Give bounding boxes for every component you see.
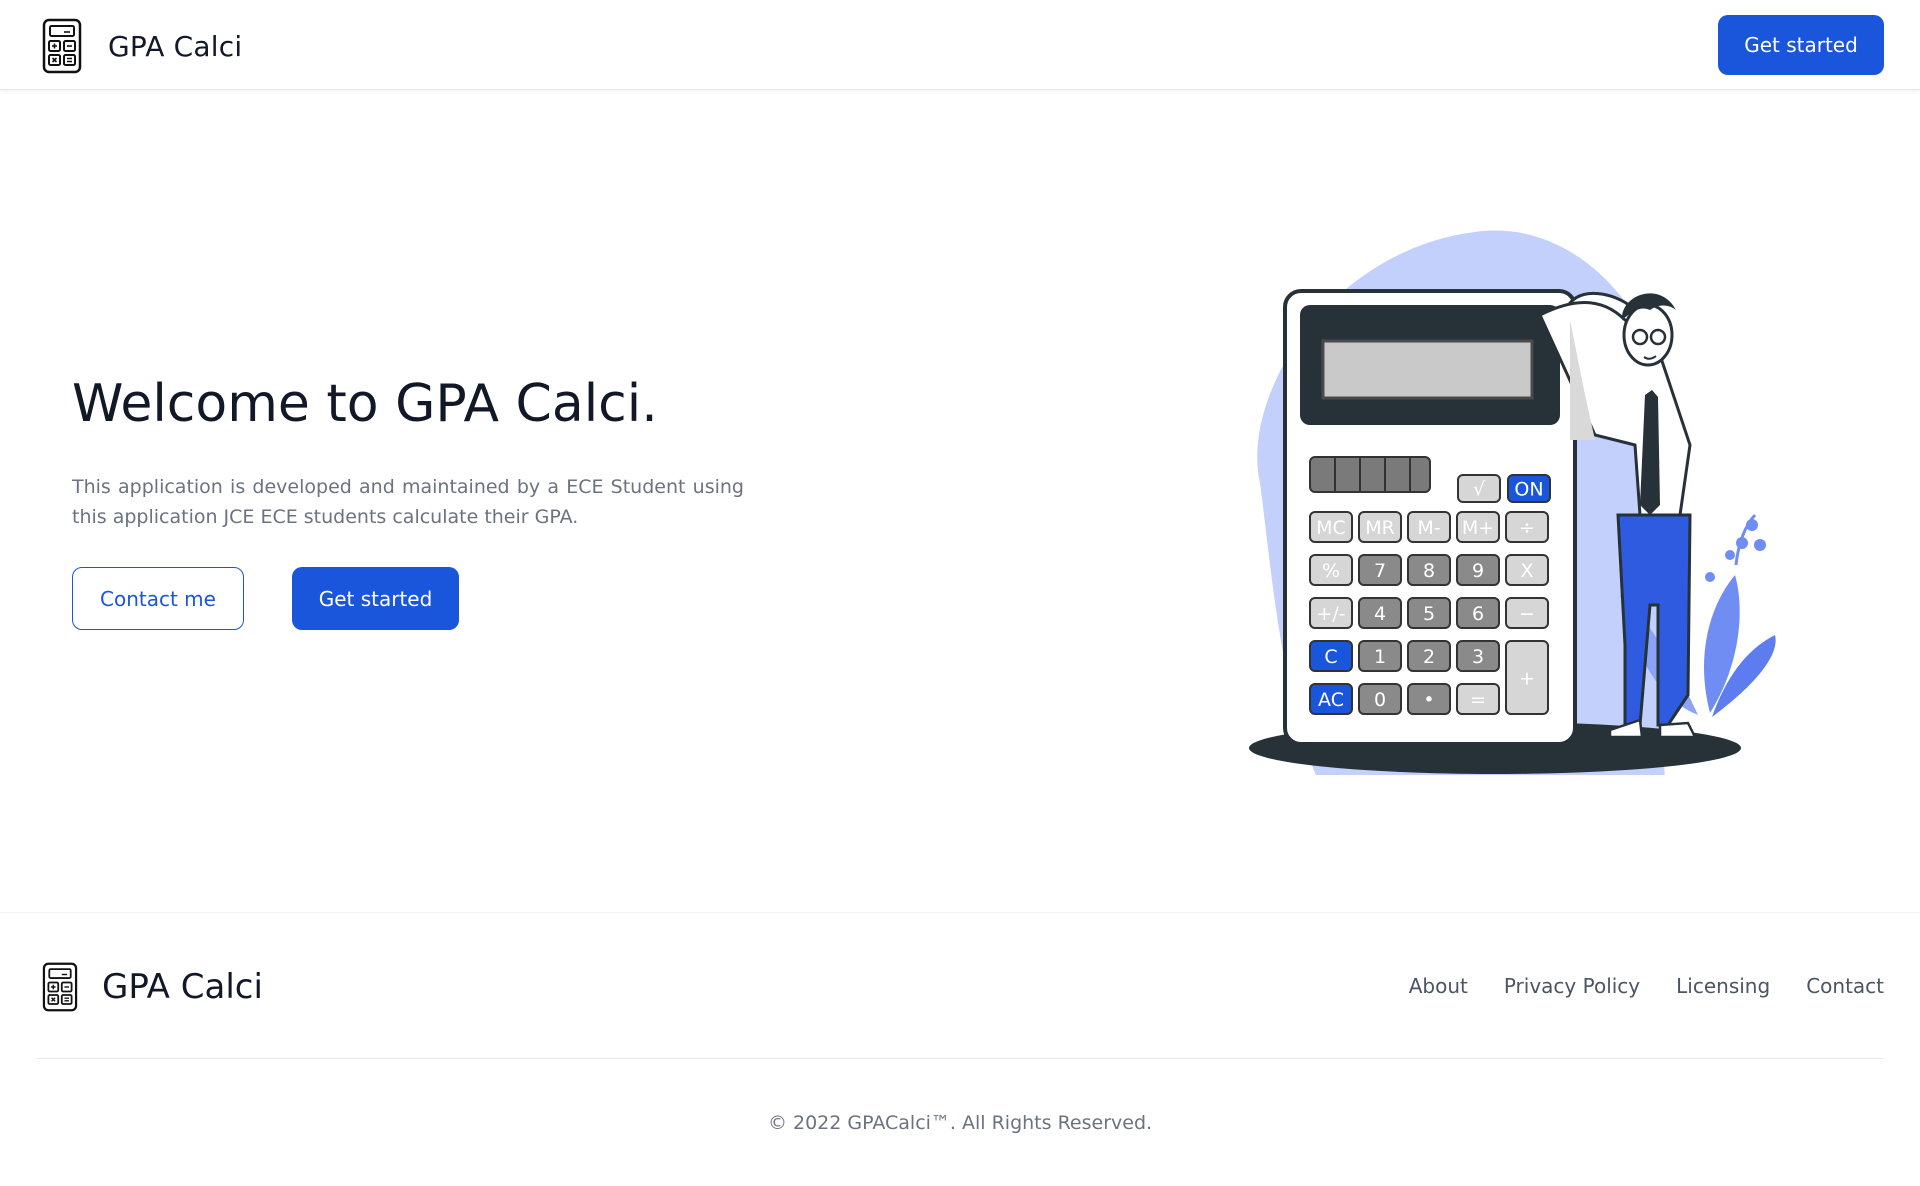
footer-brand-link[interactable]: GPA Calci [42,961,263,1013]
footer-nav: About Privacy Policy Licensing Contact [1409,974,1884,998]
calc-key-2-1-label: 4 [1374,603,1386,625]
footer-link-about[interactable]: About [1409,974,1468,998]
hero-description: This application is developed and mainta… [72,476,744,528]
calc-key-4-2-label: • [1423,689,1434,711]
brand-link[interactable]: GPA Calci [42,18,242,74]
calc-key-3-2-label: 2 [1423,646,1435,668]
calc-key-sqrt-label: √ [1473,479,1486,501]
hero-title: Welcome to GPA Calci. [72,374,658,434]
footer-divider [36,1058,1884,1059]
hero-get-started-button[interactable]: Get started [292,567,459,630]
calc-key-0-4-label: ÷ [1519,517,1535,539]
calc-key-1-3-label: 9 [1472,560,1484,582]
calc-key-4-0-label: AC [1318,689,1344,711]
calculator-icon [42,18,82,74]
calc-key-3-4-label: + [1519,668,1535,690]
calc-key-2-4-label: − [1519,603,1535,625]
calc-key-1-2-label: 8 [1423,560,1435,582]
calc-key-2-3-label: 6 [1472,603,1484,625]
calculator-icon [42,962,78,1012]
calc-key-0-0-label: MC [1316,517,1346,539]
top-navbar: GPA Calci Get started [0,0,1920,90]
copyright-text: © 2022 GPACalci™. All Rights Reserved. [767,1112,1153,1134]
footer-link-licensing[interactable]: Licensing [1676,974,1770,998]
calc-key-1-4-label: X [1520,560,1533,582]
footer-link-contact[interactable]: Contact [1806,974,1884,998]
calc-key-3-0-label: C [1324,646,1337,668]
footer-separator [0,912,1920,913]
brand-name: GPA Calci [108,29,243,63]
calc-key-0-2-label: M- [1417,517,1440,539]
calc-key-3-3-label: 3 [1472,646,1484,668]
calculator-illustration: √ ON MC MR M- M+ ÷% 7 8 9 X +/- 4 5 6 − C 1 2 3 + AC 0 • = [1249,230,1776,775]
calc-key-2-2-label: 5 [1423,603,1435,625]
footer-brand-name: GPA Calci [102,967,263,1007]
calc-key-4-3-label: = [1470,689,1486,711]
calc-key-1-1-label: 7 [1374,560,1386,582]
calculator-body: √ ON MC MR M- M+ ÷% 7 8 9 X +/- 4 5 6 − C 1 2 3 + AC 0 • = [1283,289,1577,746]
get-started-button[interactable]: Get started [1718,15,1884,75]
calc-key-2-0-label: +/- [1316,603,1345,625]
calc-key-3-1-label: 1 [1374,646,1386,668]
calc-key-4-1-label: 0 [1374,689,1386,711]
footer-link-privacy-policy[interactable]: Privacy Policy [1504,974,1640,998]
calc-key-0-1-label: MR [1365,517,1395,539]
calc-key-1-0-label: % [1322,560,1340,582]
calc-key-on-label: ON [1514,479,1543,501]
calc-key-0-3-label: M+ [1462,517,1494,539]
contact-me-button[interactable]: Contact me [72,567,244,630]
